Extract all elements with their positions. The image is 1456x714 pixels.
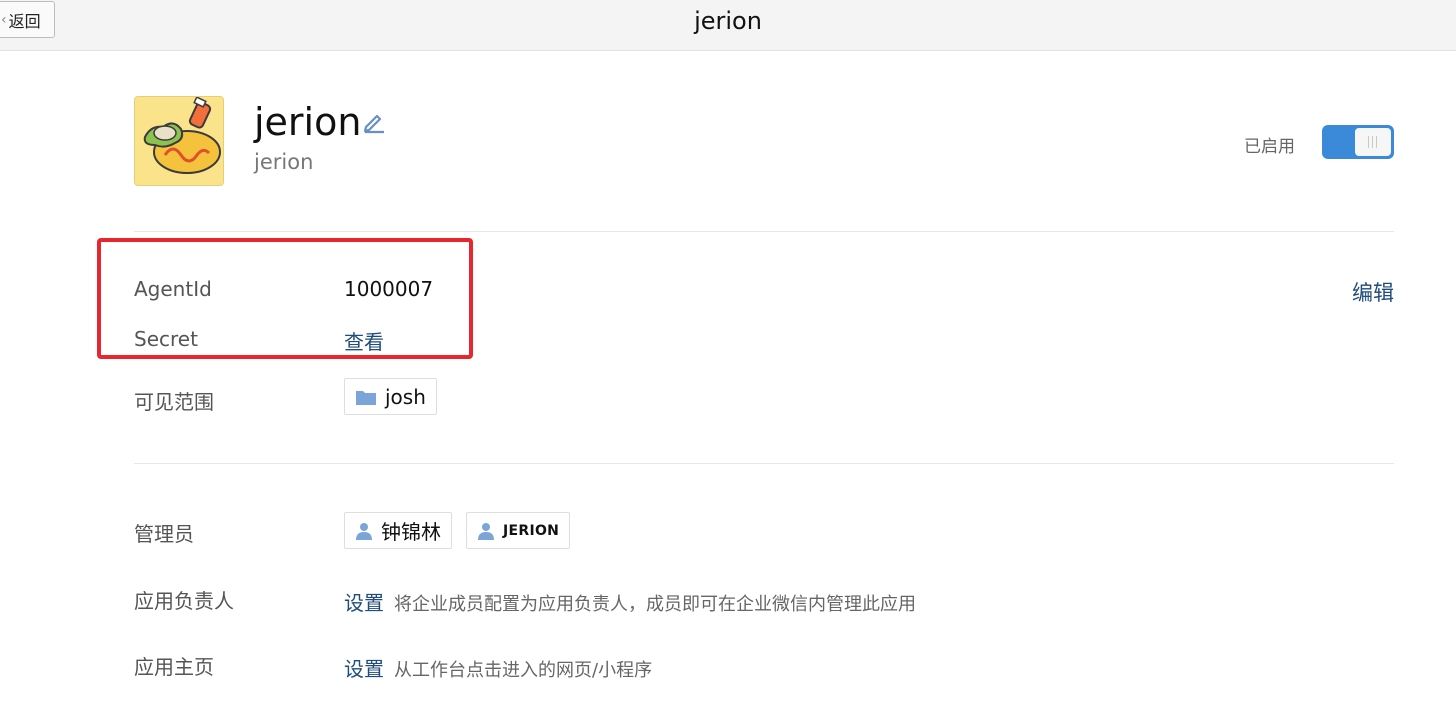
owner-hint: 将企业成员配置为应用负责人，成员即可在企业微信内管理此应用 bbox=[394, 594, 916, 615]
owner-row: 设置 将企业成员配置为应用负责人，成员即可在企业微信内管理此应用 bbox=[344, 587, 916, 616]
status-label: 已启用 bbox=[1244, 137, 1295, 157]
divider bbox=[134, 463, 1394, 464]
admins-label: 管理员 bbox=[134, 522, 194, 546]
highlight-box bbox=[97, 238, 473, 359]
user-icon bbox=[478, 522, 494, 540]
folder-icon bbox=[356, 390, 376, 405]
toggle-knob bbox=[1355, 128, 1391, 156]
admin-chip[interactable]: JERION bbox=[466, 512, 571, 549]
owner-label: 应用负责人 bbox=[134, 589, 234, 613]
divider bbox=[134, 231, 1394, 232]
homepage-row: 设置 从工作台点击进入的网页/小程序 bbox=[344, 653, 652, 682]
top-bar: ‹ 返回 jerion bbox=[0, 0, 1456, 51]
homepage-label: 应用主页 bbox=[134, 655, 214, 679]
user-icon bbox=[356, 522, 372, 540]
app-logo bbox=[134, 96, 224, 186]
app-logo-illustration bbox=[135, 97, 223, 185]
admin-chip[interactable]: 钟锦林 bbox=[344, 512, 452, 549]
dept-name: josh bbox=[385, 384, 426, 409]
admin-name: JERION bbox=[503, 522, 560, 539]
visibility-dept-chip[interactable]: josh bbox=[344, 378, 437, 415]
app-subtitle: jerion bbox=[254, 150, 314, 174]
enable-toggle[interactable] bbox=[1322, 125, 1394, 159]
app-name: jerion bbox=[254, 100, 362, 144]
edit-button[interactable]: 编辑 bbox=[1352, 277, 1394, 307]
admin-name: 钟锦林 bbox=[381, 520, 441, 544]
visibility-label: 可见范围 bbox=[134, 390, 214, 414]
owner-setup-link[interactable]: 设置 bbox=[344, 591, 384, 615]
pencil-icon[interactable] bbox=[362, 111, 388, 135]
homepage-setup-link[interactable]: 设置 bbox=[344, 657, 384, 681]
homepage-hint: 从工作台点击进入的网页/小程序 bbox=[394, 660, 653, 681]
window-title: jerion bbox=[694, 7, 762, 35]
